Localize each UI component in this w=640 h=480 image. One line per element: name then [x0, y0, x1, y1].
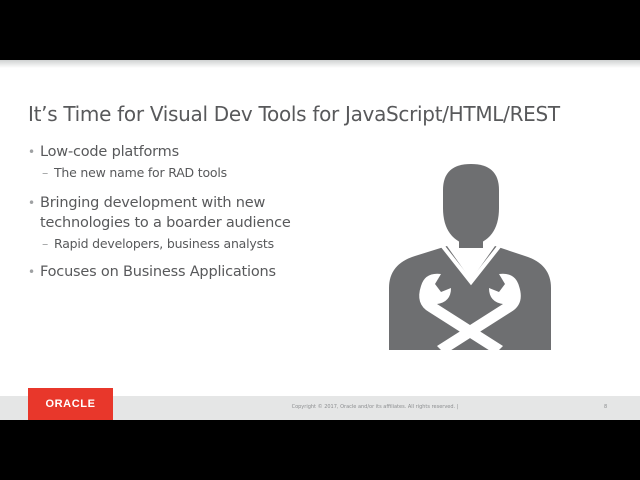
slide-top-shadow	[0, 60, 640, 68]
oracle-logo: ORACLE	[28, 388, 113, 420]
sub-bullet-glyph: –	[42, 236, 49, 251]
bullet-text-line-1: Bringing development with new	[40, 195, 266, 211]
worker-with-wrenches-icon	[389, 164, 551, 354]
sub-bullet-item: – The new name for RAD tools	[28, 164, 348, 181]
bullet-item: • Focuses on Business Applications	[28, 262, 348, 282]
presentation-slide: It’s Time for Visual Dev Tools for JavaS…	[0, 60, 640, 420]
sub-bullet-glyph: –	[42, 165, 49, 180]
video-letterbox-top	[0, 0, 640, 60]
copyright-notice: Copyright © 2017, Oracle and/or its affi…	[291, 404, 459, 410]
bullet-text: Low-code platforms	[40, 144, 179, 160]
bullet-list: • Low-code platforms – The new name for …	[28, 142, 348, 282]
sub-bullet-item: – Rapid developers, business analysts	[28, 235, 348, 252]
bullet-text-line-2: technologies to a boarder audience	[40, 215, 291, 231]
sub-bullet-text: Rapid developers, business analysts	[54, 236, 274, 251]
slide-title: It’s Time for Visual Dev Tools for JavaS…	[28, 102, 560, 126]
bullet-glyph: •	[28, 196, 35, 210]
bullet-glyph: •	[28, 265, 35, 279]
bullet-glyph: •	[28, 145, 35, 159]
video-letterbox-bottom	[0, 420, 640, 480]
bullet-text: Focuses on Business Applications	[40, 264, 276, 280]
page-number: 8	[604, 404, 608, 410]
sub-bullet-text: The new name for RAD tools	[54, 165, 227, 180]
bullet-item: • Bringing development with new technolo…	[28, 193, 348, 233]
oracle-logo-text: ORACLE	[45, 398, 96, 410]
bullet-item: • Low-code platforms	[28, 142, 348, 162]
